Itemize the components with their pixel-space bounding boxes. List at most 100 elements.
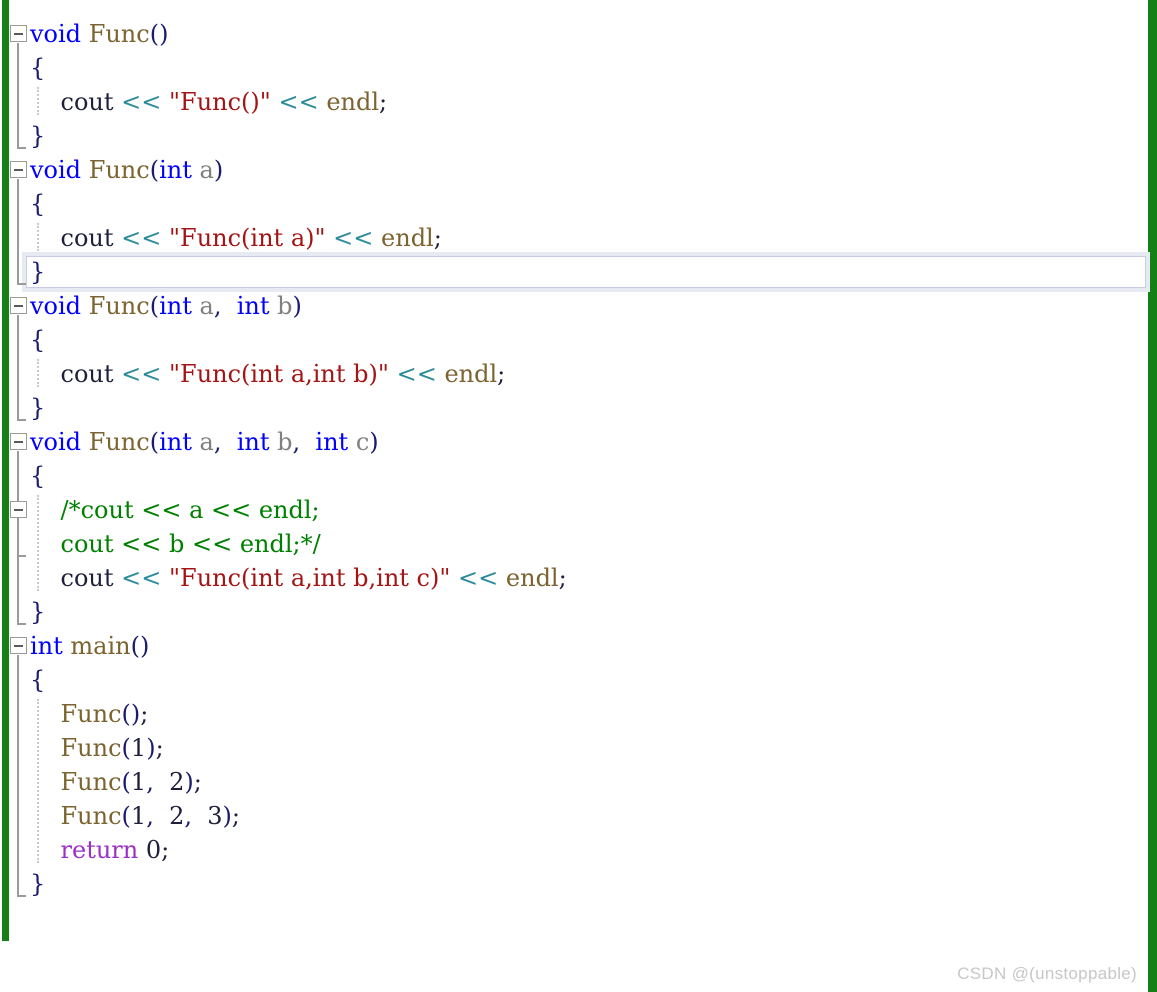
indent-guide-4 — [37, 699, 39, 863]
code-text-area[interactable]: void Func(){ cout << "Func()" << endl;} v… — [0, 0, 1148, 941]
fold-bracket-line-func-void-noargs — [17, 43, 19, 147]
token-endl: endl — [326, 88, 380, 116]
token-fn: Func — [60, 802, 122, 830]
token-punct: ( — [149, 428, 160, 456]
token-num: 3 — [207, 802, 223, 830]
token-fn: Func — [60, 734, 122, 762]
token-param: a — [199, 428, 214, 456]
token-punct: { — [30, 666, 46, 694]
code-line-18[interactable]: } — [0, 595, 1148, 629]
token-punct: ( — [121, 768, 131, 796]
fold-bracket-foot-func-void-noargs — [17, 147, 26, 149]
token-op: << — [121, 564, 162, 592]
token-punct: ) — [213, 156, 224, 184]
token-comment: cout << b << endl;*/ — [30, 530, 321, 558]
code-line-25[interactable]: return 0; — [0, 833, 1148, 867]
code-line-11[interactable]: cout << "Func(int a,int b)" << endl; — [0, 357, 1148, 391]
code-line-10[interactable]: { — [0, 323, 1148, 357]
token-op: << — [333, 224, 374, 252]
code-line-text-9: void Func(int a, int b) — [30, 289, 302, 323]
fold-toggle-func-void-int-a[interactable] — [10, 161, 27, 178]
fold-bracket-foot-block-comment — [17, 555, 26, 557]
code-line-15[interactable]: /*cout << a << endl; — [0, 493, 1148, 527]
code-line-text-24: Func(1, 2, 3); — [30, 799, 240, 833]
code-line-14[interactable]: { — [0, 459, 1148, 493]
indent-guide-3 — [37, 495, 39, 591]
token-punct: } — [30, 258, 46, 286]
code-line-4[interactable]: } — [0, 119, 1148, 153]
code-line-text-16: cout << b << endl;*/ — [30, 527, 321, 561]
code-line-text-22: Func(1); — [30, 731, 164, 765]
token-punct: ( — [121, 734, 131, 762]
fold-toggle-func-main[interactable] — [10, 637, 27, 654]
code-line-17[interactable]: cout << "Func(int a,int b,int c)" << end… — [0, 561, 1148, 595]
token-punct: , — [146, 802, 170, 830]
token-plain: cout — [30, 224, 122, 252]
token-plain: cout — [30, 88, 122, 116]
code-line-23[interactable]: Func(1, 2); — [0, 765, 1148, 799]
fold-bracket-foot-func-void-int-ab — [17, 419, 26, 421]
fold-toggle-block-comment[interactable] — [10, 501, 27, 518]
code-line-2[interactable]: { — [0, 51, 1148, 85]
code-line-26[interactable]: } — [0, 867, 1148, 901]
right-accent-bar — [1148, 0, 1157, 992]
token-op: << — [458, 564, 499, 592]
token-punct: ( — [149, 292, 160, 320]
token-punct: , — [146, 768, 170, 796]
code-line-9[interactable]: void Func(int a, int b) — [0, 289, 1148, 323]
code-line-7[interactable]: cout << "Func(int a)" << endl; — [0, 221, 1148, 255]
token-punct: } — [30, 394, 46, 422]
fold-toggle-func-void-int-ab[interactable] — [10, 297, 27, 314]
fold-toggle-func-void-int-abc[interactable] — [10, 433, 27, 450]
token-punct: { — [30, 326, 46, 354]
token-punct: , — [213, 292, 237, 320]
code-line-21[interactable]: Func(); — [0, 697, 1148, 731]
code-line-text-20: { — [30, 663, 45, 697]
code-line-text-17: cout << "Func(int a,int b,int c)" << end… — [30, 561, 567, 595]
token-kw: int — [236, 292, 270, 320]
token-plain: ; — [433, 224, 442, 252]
code-line-1[interactable]: void Func() — [0, 17, 1148, 51]
code-line-19[interactable]: int main() — [0, 629, 1148, 663]
code-line-20[interactable]: { — [0, 663, 1148, 697]
token-num: 1 — [130, 768, 147, 796]
token-param: b — [277, 428, 293, 456]
token-kw: int — [159, 292, 192, 320]
code-line-text-18: } — [30, 595, 45, 629]
code-line-text-2: { — [30, 51, 45, 85]
code-line-24[interactable]: Func(1, 2, 3); — [0, 799, 1148, 833]
token-kw: void — [30, 20, 82, 48]
code-line-text-12: } — [30, 391, 45, 425]
token-fn: main — [70, 632, 131, 660]
token-punct: , — [213, 428, 237, 456]
fold-toggle-func-void-noargs[interactable] — [10, 25, 27, 42]
code-line-6[interactable]: { — [0, 187, 1148, 221]
token-fn: Func — [88, 428, 150, 456]
code-line-13[interactable]: void Func(int a, int b, int c) — [0, 425, 1148, 459]
token-punct: , — [292, 428, 316, 456]
token-param: c — [355, 428, 370, 456]
code-line-22[interactable]: Func(1); — [0, 731, 1148, 765]
code-line-16[interactable]: cout << b << endl;*/ — [0, 527, 1148, 561]
code-line-12[interactable]: } — [0, 391, 1148, 425]
code-editor-window: void Func(){ cout << "Func()" << endl;} v… — [0, 0, 1157, 992]
code-line-text-15: /*cout << a << endl; — [30, 493, 320, 527]
code-line-5[interactable]: void Func(int a) — [0, 153, 1148, 187]
token-str: "Func(int a)" — [169, 224, 326, 252]
code-line-8[interactable]: } — [0, 255, 1148, 289]
token-punct: ( — [121, 802, 131, 830]
token-fn: Func — [88, 292, 150, 320]
code-line-text-6: { — [30, 187, 45, 221]
code-line-3[interactable]: cout << "Func()" << endl; — [0, 85, 1148, 119]
token-kw: int — [236, 428, 270, 456]
